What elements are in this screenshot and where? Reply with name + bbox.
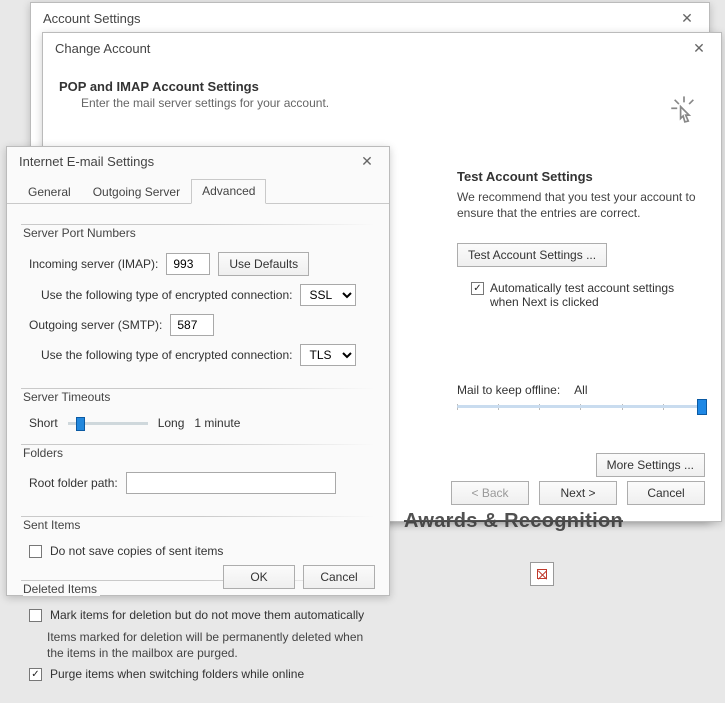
account-settings-titlebar: Account Settings ✕ [31, 3, 709, 33]
nosave-checkbox[interactable] [29, 545, 42, 558]
outgoing-enc-select[interactable]: TLS [300, 344, 356, 366]
iemail-titlebar: Internet E-mail Settings ✕ [7, 147, 389, 175]
back-button[interactable]: < Back [451, 481, 529, 505]
root-path-label: Root folder path: [29, 476, 118, 490]
mail-keep-value: All [574, 383, 587, 397]
timeout-short-label: Short [29, 416, 58, 430]
close-icon[interactable]: ✕ [353, 147, 381, 175]
close-icon[interactable]: ✕ [673, 4, 701, 32]
incoming-enc-select[interactable]: SSL [300, 284, 356, 306]
pop-imap-subtext: Enter the mail server settings for your … [81, 96, 705, 110]
tab-outgoing[interactable]: Outgoing Server [82, 180, 191, 204]
deleted-note: Items marked for deletion will be perman… [47, 630, 373, 661]
background-heading: Awards & Recognition [404, 510, 623, 533]
timeout-long-label: Long [158, 416, 185, 430]
iemail-buttons: OK Cancel [223, 565, 375, 589]
mail-keep-slider[interactable] [457, 405, 705, 408]
iemail-title: Internet E-mail Settings [19, 154, 154, 169]
slider-thumb[interactable] [76, 417, 85, 431]
server-port-fieldset: Server Port Numbers Incoming server (IMA… [21, 224, 375, 378]
timeout-value: 1 minute [194, 416, 240, 430]
pop-imap-heading: POP and IMAP Account Settings [59, 79, 705, 94]
purge-label: Purge items when switching folders while… [50, 667, 304, 681]
sent-legend: Sent Items [23, 518, 83, 532]
more-settings-button[interactable]: More Settings ... [596, 453, 705, 477]
mark-delete-checkbox[interactable] [29, 609, 42, 622]
internet-email-settings-dialog: Internet E-mail Settings ✕ General Outgo… [6, 146, 390, 596]
wizard-buttons: < Back Next > Cancel [451, 481, 705, 505]
test-account-button[interactable]: Test Account Settings ... [457, 243, 607, 267]
nosave-label: Do not save copies of sent items [50, 544, 223, 558]
slider-thumb[interactable] [697, 399, 707, 415]
mark-delete-label: Mark items for deletion but do not move … [50, 608, 364, 622]
test-title: Test Account Settings [457, 169, 705, 184]
account-settings-title: Account Settings [43, 11, 141, 26]
use-defaults-button[interactable]: Use Defaults [218, 252, 309, 276]
incoming-enc-label: Use the following type of encrypted conn… [41, 288, 292, 302]
timeout-slider[interactable] [68, 422, 148, 425]
server-port-legend: Server Port Numbers [23, 226, 139, 240]
outgoing-label: Outgoing server (SMTP): [29, 318, 162, 332]
auto-test-label: Automatically test account settings when… [490, 281, 705, 309]
incoming-port-input[interactable] [166, 253, 210, 275]
next-button[interactable]: Next > [539, 481, 617, 505]
ok-button[interactable]: OK [223, 565, 295, 589]
folders-fieldset: Folders Root folder path: [21, 444, 375, 506]
cursor-sparkle-icon [667, 93, 701, 127]
incoming-label: Incoming server (IMAP): [29, 257, 158, 271]
outgoing-port-input[interactable] [170, 314, 214, 336]
mail-keep-section: Mail to keep offline: All [457, 383, 705, 412]
tab-advanced[interactable]: Advanced [191, 179, 266, 204]
cancel-button[interactable]: Cancel [627, 481, 705, 505]
mail-keep-label: Mail to keep offline: [457, 383, 560, 397]
test-account-section: Test Account Settings We recommend that … [457, 169, 705, 309]
folders-legend: Folders [23, 446, 66, 460]
cancel-button[interactable]: Cancel [303, 565, 375, 589]
test-description: We recommend that you test your account … [457, 190, 705, 221]
server-timeouts-fieldset: Server Timeouts Short Long 1 minute [21, 388, 375, 434]
change-account-title: Change Account [55, 41, 150, 56]
broken-image-icon [530, 562, 554, 586]
tab-general[interactable]: General [17, 180, 82, 204]
timeouts-legend: Server Timeouts [23, 390, 113, 404]
purge-checkbox[interactable] [29, 668, 42, 681]
sent-items-fieldset: Sent Items Do not save copies of sent it… [21, 516, 375, 570]
deleted-items-fieldset: Deleted Items Mark items for deletion bu… [21, 580, 375, 693]
auto-test-checkbox[interactable] [471, 282, 484, 295]
root-path-input[interactable] [126, 472, 336, 494]
change-account-titlebar: Change Account ✕ [43, 33, 721, 63]
close-icon[interactable]: ✕ [685, 34, 713, 62]
outgoing-enc-label: Use the following type of encrypted conn… [41, 348, 292, 362]
deleted-legend: Deleted Items [23, 582, 100, 596]
tab-strip: General Outgoing Server Advanced [7, 179, 389, 204]
